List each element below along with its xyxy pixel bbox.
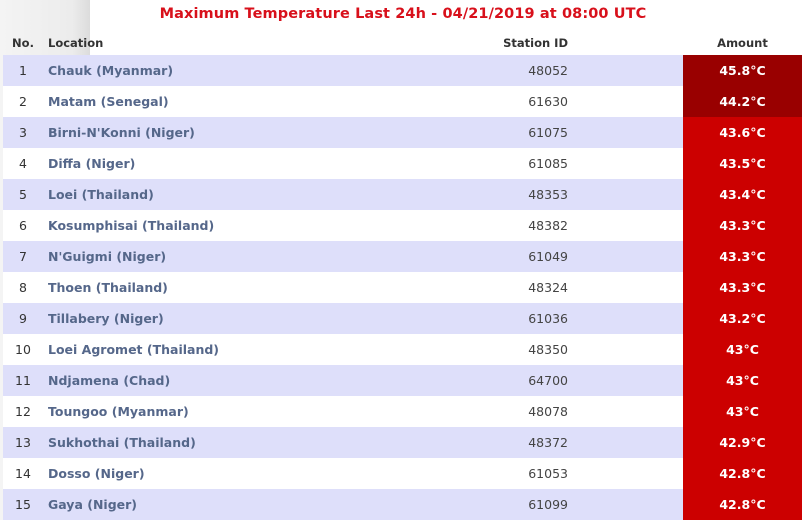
temperature-amount: 45.8°C [683,55,802,86]
table-row: 4 Diffa (Niger) 61085 43.5°C [3,148,802,179]
station-id: 61099 [443,489,683,520]
table-row: 10 Loei Agromet (Thailand) 48350 43°C [3,334,802,365]
location-link[interactable]: Loei (Thailand) [43,179,443,210]
station-id: 64700 [443,365,683,396]
row-number: 13 [3,427,43,458]
row-number: 11 [3,365,43,396]
station-id: 61053 [443,458,683,489]
column-header-no: No. [12,35,34,50]
row-number: 10 [3,334,43,365]
temperature-amount: 43.2°C [683,303,802,334]
table-row: 15 Gaya (Niger) 61099 42.8°C [3,489,802,520]
station-id: 48078 [443,396,683,427]
row-number: 6 [3,210,43,241]
location-link[interactable]: Sukhothai (Thailand) [43,427,443,458]
station-id: 48350 [443,334,683,365]
location-link[interactable]: Dosso (Niger) [43,458,443,489]
temperature-amount: 44.2°C [683,86,802,117]
table-row: 9 Tillabery (Niger) 61036 43.2°C [3,303,802,334]
location-link[interactable]: Gaya (Niger) [43,489,443,520]
location-link[interactable]: Thoen (Thailand) [43,272,443,303]
row-number: 8 [3,272,43,303]
table-row: 3 Birni-N'Konni (Niger) 61075 43.6°C [3,117,802,148]
row-number: 14 [3,458,43,489]
station-id: 48324 [443,272,683,303]
row-number: 9 [3,303,43,334]
row-number: 7 [3,241,43,272]
column-header-amount: Amount [717,35,768,50]
location-link[interactable]: Chauk (Myanmar) [43,55,443,86]
row-number: 2 [3,86,43,117]
location-link[interactable]: Diffa (Niger) [43,148,443,179]
table-row: 1 Chauk (Myanmar) 48052 45.8°C [3,55,802,86]
station-id: 48382 [443,210,683,241]
station-id: 48372 [443,427,683,458]
table-row: 14 Dosso (Niger) 61053 42.8°C [3,458,802,489]
table-row: 11 Ndjamena (Chad) 64700 43°C [3,365,802,396]
temperature-amount: 43.5°C [683,148,802,179]
left-background-edge [0,520,90,525]
table-row: 13 Sukhothai (Thailand) 48372 42.9°C [3,427,802,458]
station-id: 61036 [443,303,683,334]
row-number: 15 [3,489,43,520]
row-number: 5 [3,179,43,210]
table-row: 5 Loei (Thailand) 48353 43.4°C [3,179,802,210]
station-id: 61049 [443,241,683,272]
column-header-location: Location [48,35,104,50]
table-row: 12 Toungoo (Myanmar) 48078 43°C [3,396,802,427]
temperature-amount: 43°C [683,334,802,365]
table-header-row: No. Location Station ID Amount [3,30,802,55]
temperature-amount: 42.8°C [683,458,802,489]
table-row: 7 N'Guigmi (Niger) 61049 43.3°C [3,241,802,272]
table-row: 8 Thoen (Thailand) 48324 43.3°C [3,272,802,303]
table-row: 2 Matam (Senegal) 61630 44.2°C [3,86,802,117]
location-link[interactable]: Loei Agromet (Thailand) [43,334,443,365]
temperature-amount: 42.9°C [683,427,802,458]
temperature-table: No. Location Station ID Amount 1 Chauk (M… [3,30,802,520]
row-number: 12 [3,396,43,427]
temperature-amount: 43.4°C [683,179,802,210]
station-id: 61630 [443,86,683,117]
temperature-amount: 43.3°C [683,241,802,272]
location-link[interactable]: Ndjamena (Chad) [43,365,443,396]
temperature-amount: 43°C [683,396,802,427]
location-link[interactable]: Birni-N'Konni (Niger) [43,117,443,148]
station-id: 48052 [443,55,683,86]
location-link[interactable]: Matam (Senegal) [43,86,443,117]
table-body: 1 Chauk (Myanmar) 48052 45.8°C 2 Matam (Seneg… [3,55,802,520]
temperature-amount: 43°C [683,365,802,396]
column-header-station-id: Station ID [503,35,568,50]
temperature-amount: 43.6°C [683,117,802,148]
table-row: 6 Kosumphisai (Thailand) 48382 43.3°C [3,210,802,241]
temperature-amount: 43.3°C [683,272,802,303]
temperature-amount: 42.8°C [683,489,802,520]
row-number: 4 [3,148,43,179]
temperature-amount: 43.3°C [683,210,802,241]
page-title: Maximum Temperature Last 24h - 04/21/201… [0,6,806,22]
location-link[interactable]: Toungoo (Myanmar) [43,396,443,427]
page-title-text: Maximum Temperature Last 24h - 04/21/201… [159,6,647,22]
row-number: 3 [3,117,43,148]
station-id: 61085 [443,148,683,179]
station-id: 61075 [443,117,683,148]
location-link[interactable]: Kosumphisai (Thailand) [43,210,443,241]
row-number: 1 [3,55,43,86]
location-link[interactable]: N'Guigmi (Niger) [43,241,443,272]
location-link[interactable]: Tillabery (Niger) [43,303,443,334]
station-id: 48353 [443,179,683,210]
